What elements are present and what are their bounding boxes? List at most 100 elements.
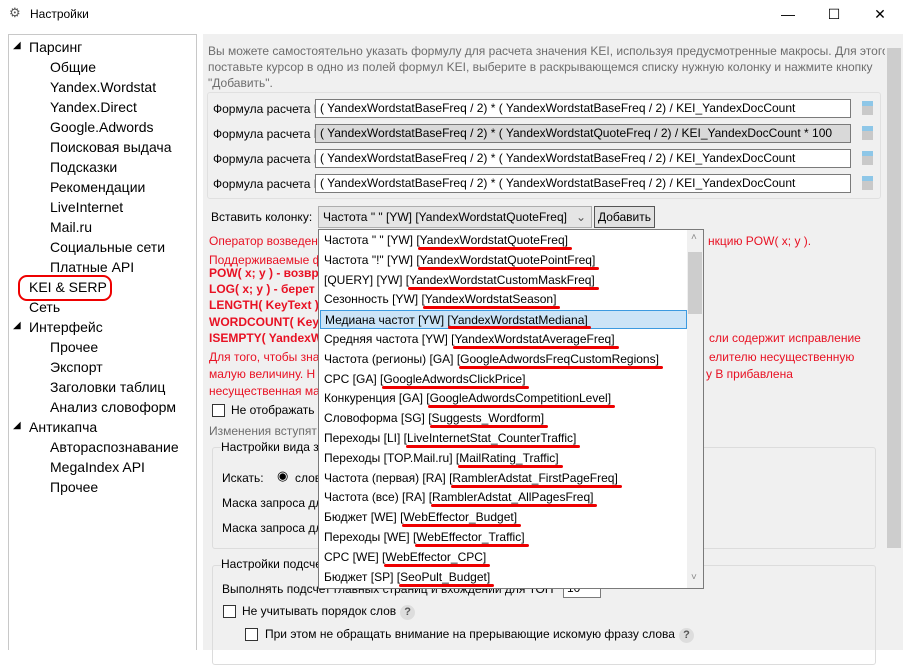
sidebar-item[interactable]: Антикапча [29,419,97,435]
help-text-line: Оператор возведен [209,234,318,248]
intro-line: Вы можете самостоятельно указать формулу… [208,44,889,58]
sidebar-item[interactable]: Yandex.Wordstat [50,79,156,95]
mask-label-1: Маска запроса дл [222,496,323,510]
tree-toggle-icon[interactable]: ◢ [13,320,21,331]
sidebar-item[interactable]: Общие [50,59,96,75]
sidebar-item[interactable]: Анализ словоформ [50,399,176,415]
intro-line: поставьте курсор в одно из полей формул … [208,60,873,74]
sidebar-item[interactable]: Интерфейс [29,319,103,335]
help-text-line: Для того, чтобы зна [209,350,320,364]
sidebar-item[interactable]: Yandex.Direct [50,99,137,115]
formula-input-4[interactable]: ( YandexWordstatBaseFreq / 2) * ( Yandex… [315,174,851,193]
red-underline-annotation [428,405,616,409]
chevron-down-icon[interactable]: ˅ [691,572,697,583]
red-underline-annotation [430,425,549,429]
red-underline-annotation [423,306,561,310]
help-text-line: нкцию POW( x; y ). [708,234,812,248]
ignore-breaks-checkbox[interactable] [245,628,258,641]
ignore-order-label: Не учитывать порядок слов? [242,604,416,620]
minimize-button[interactable]: — [765,0,811,28]
red-underline-annotation [382,385,530,389]
formula-value: ( YandexWordstatBaseFreq / 2) * ( Yandex… [320,151,796,165]
sidebar-item[interactable]: Платные API [50,259,134,275]
sidebar-item[interactable]: Сеть [29,299,60,315]
help-text-line: несущественная ма [209,384,320,398]
sidebar-item[interactable]: Прочее [50,339,98,355]
help-text-line: WORDCOUNT( Key [209,315,319,329]
sidebar-item[interactable]: Подсказки [50,159,117,175]
sidebar-item[interactable]: Социальные сети [50,239,165,255]
search-label: Искать: [222,471,264,485]
red-underline-annotation [384,563,491,567]
chevron-down-icon: ⌄ [575,210,586,224]
gear-icon: ⚙ [9,5,21,20]
settings-tree: ◢ Парсинг Общие Yandex.Wordstat Yandex.Direc… [8,34,197,650]
formula-value: ( YandexWordstatBaseFreq / 2) * ( Yandex… [320,176,796,190]
red-underline-annotation [430,504,598,508]
close-button[interactable]: ✕ [857,0,903,28]
ignore-order-checkbox[interactable] [223,605,236,618]
formula-input-3[interactable]: ( YandexWordstatBaseFreq / 2) * ( Yandex… [315,149,851,168]
radio-button-selected[interactable]: ◉ [277,468,288,484]
dropdown-item[interactable]: CPC [WE] [WebEffector_CPC] [320,548,687,567]
sidebar-item[interactable]: MegaIndex API [50,459,145,475]
sidebar-item[interactable]: Автораспознавание [50,439,179,455]
sidebar-item[interactable]: Прочее [50,479,98,495]
scrollbar-thumb[interactable] [887,48,901,548]
help-text-line: малую величину. Н [209,367,316,381]
red-underline-annotation [453,346,619,349]
mask-label-2: Маска запроса дл [222,521,323,535]
calculator-icon[interactable] [862,101,873,115]
red-underline-annotation [448,326,591,330]
sidebar-item[interactable]: Экспорт [50,359,103,375]
tree-toggle-icon[interactable]: ◢ [13,40,21,51]
formula-value: ( YandexWordstatBaseFreq / 2) * ( Yandex… [320,126,833,140]
ignore-order-text: Не учитывать порядок слов [242,604,397,618]
intro-text: Вы можете самостоятельно указать формулу… [208,43,889,91]
title-bar: ⚙ Настройки — ☐ ✕ [0,0,903,28]
sidebar-item[interactable]: Рекомендации [50,179,145,195]
sidebar-item[interactable]: Mail.ru [50,219,92,235]
formula-value: ( YandexWordstatBaseFreq / 2) * ( Yandex… [320,101,796,115]
formula-input-1[interactable]: ( YandexWordstatBaseFreq / 2) * ( Yandex… [315,99,851,118]
calculator-icon[interactable] [862,126,873,140]
red-underline-annotation [458,365,663,369]
tree-toggle-icon[interactable]: ◢ [13,420,21,431]
formula-input-2[interactable]: ( YandexWordstatBaseFreq / 2) * ( Yandex… [315,124,851,143]
maximize-button[interactable]: ☐ [811,0,857,28]
red-underline-annotation [398,583,495,587]
chevron-up-icon[interactable]: ˄ [691,232,697,243]
sidebar-item[interactable]: Парсинг [29,39,82,55]
red-underline-annotation [451,484,622,488]
insert-column-select[interactable]: Частота " " [YW] [YandexWordstatQuoteFre… [318,206,592,228]
calculator-icon[interactable] [862,176,873,190]
sidebar-item[interactable]: LiveInternet [50,199,123,215]
add-button[interactable]: Добавить [594,206,655,228]
help-text-line: LENGTH( KeyText ) [209,298,319,312]
ignore-breaks-text: При этом не обращать внимание на прерыва… [265,627,675,641]
dropdown-item[interactable]: Бюджет [SP] [SeoPult_Budget] [320,568,687,587]
help-text-line: сли содержит исправление [709,331,861,345]
help-icon[interactable]: ? [400,605,416,620]
sidebar-item[interactable]: Google.Adwords [50,119,154,135]
intro-line: "Добавить". [208,76,273,90]
help-text-line: ISEMPTY( YandexW [209,331,323,345]
dropdown-scroll-thumb[interactable] [688,252,702,314]
insert-column-label: Вставить колонку: [211,210,313,224]
help-icon[interactable]: ? [678,628,694,643]
sidebar-item[interactable]: Поисковая выдача [50,139,172,155]
calculator-icon[interactable] [862,151,873,165]
red-underline-annotation [418,266,600,270]
sidebar-item[interactable]: Заголовки таблиц [50,379,165,395]
hide-checkbox[interactable] [212,404,225,417]
window-title: Настройки [30,7,89,21]
red-underline-annotation [402,524,522,528]
column-dropdown-list[interactable]: ˄ ˅ Частота " " [YW] [YandexWordstatQuot… [318,229,704,589]
help-text-line: елителю несущественную [709,350,855,364]
calc-group-title: Настройки подсче [221,557,322,571]
red-underline-annotation [414,544,529,547]
view-group-title: Настройки вида з [221,440,319,454]
changes-note: Изменения вступят [209,424,317,438]
highlight-circle [18,275,112,301]
red-underline-annotation [418,247,572,250]
